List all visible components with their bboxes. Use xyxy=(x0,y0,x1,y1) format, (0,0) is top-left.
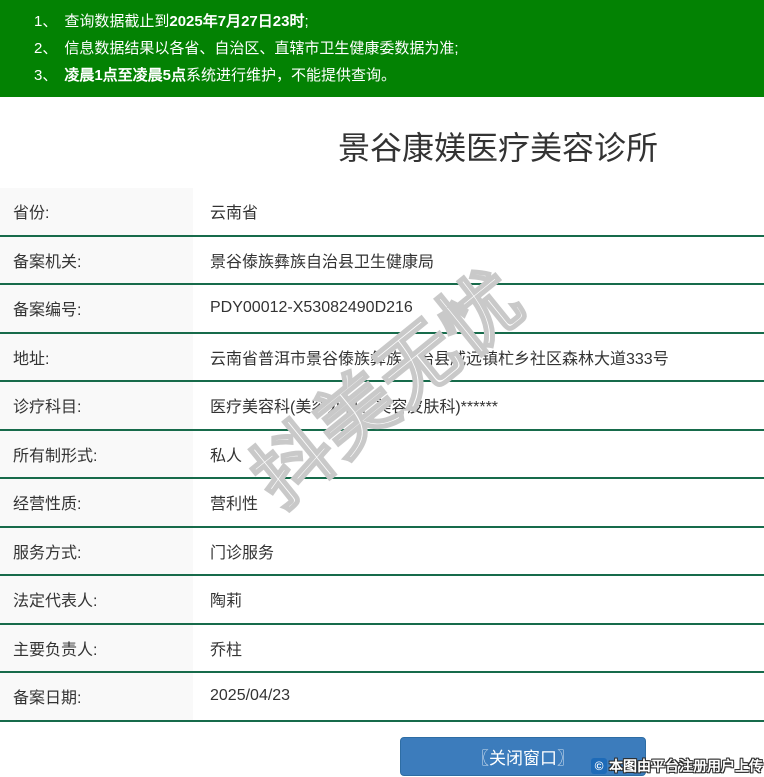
row-label: 地址: xyxy=(0,334,193,381)
notice-line-3: 3、凌晨1点至凌晨5点系统进行维护，不能提供查询。 xyxy=(34,62,754,89)
row-value: PDY00012-X53082490D216 xyxy=(193,285,764,332)
notice-bold-text: 凌晨1点至凌晨5点 xyxy=(64,67,186,84)
page-title: 景谷康媄医疗美容诊所 xyxy=(0,131,764,165)
row-value: 门诊服务 xyxy=(193,528,764,575)
registration-info-table: 省份: 云南省 备案机关: 景谷傣族彝族自治县卫生健康局 备案编号: PDY00… xyxy=(0,188,764,722)
table-row-filing-date: 备案日期: 2025/04/23 xyxy=(0,673,764,722)
table-row-principal-person: 主要负责人: 乔柱 xyxy=(0,625,764,674)
table-row-ownership-form: 所有制形式: 私人 xyxy=(0,431,764,480)
row-value: 景谷傣族彝族自治县卫生健康局 xyxy=(193,237,764,284)
row-label: 服务方式: xyxy=(0,528,193,575)
row-label: 省份: xyxy=(0,188,193,235)
table-row-business-nature: 经营性质: 营利性 xyxy=(0,479,764,528)
row-label: 所有制形式: xyxy=(0,431,193,478)
row-label: 法定代表人: xyxy=(0,576,193,623)
copyright-stamp: © 本图由平台注册用户上传 xyxy=(591,756,763,776)
row-value: 陶莉 xyxy=(193,576,764,623)
notice-text: ; xyxy=(304,13,308,30)
notice-number: 3、 xyxy=(34,67,57,84)
table-row-medical-subjects: 诊疗科目: 医疗美容科(美容外科、美容皮肤科)****** xyxy=(0,382,764,431)
notice-bold-text: 2025年7月27日23时 xyxy=(169,13,304,30)
row-label: 备案编号: xyxy=(0,285,193,332)
table-row-filing-authority: 备案机关: 景谷傣族彝族自治县卫生健康局 xyxy=(0,237,764,286)
notice-banner: 1、查询数据截止到2025年7月27日23时; 2、信息数据结果以各省、自治区、… xyxy=(0,0,764,97)
table-row-province: 省份: 云南省 xyxy=(0,188,764,237)
row-label: 经营性质: xyxy=(0,479,193,526)
notice-text: 信息数据结果以各省、自治区、直辖市卫生健康委数据为准; xyxy=(64,40,458,57)
copyright-text: 本图由平台注册用户上传 xyxy=(609,756,763,776)
notice-text: 查询数据截止到 xyxy=(64,13,169,30)
notice-text: 系统进行维护，不能提供查询。 xyxy=(186,67,396,84)
row-value: 营利性 xyxy=(193,479,764,526)
table-row-filing-number: 备案编号: PDY00012-X53082490D216 xyxy=(0,285,764,334)
row-label: 备案日期: xyxy=(0,673,193,720)
row-value: 私人 xyxy=(193,431,764,478)
row-value: 医疗美容科(美容外科、美容皮肤科)****** xyxy=(193,382,764,429)
table-row-legal-representative: 法定代表人: 陶莉 xyxy=(0,576,764,625)
row-label: 备案机关: xyxy=(0,237,193,284)
table-row-address: 地址: 云南省普洱市景谷傣族彝族自治县威远镇杧乡社区森林大道333号 xyxy=(0,334,764,383)
notice-number: 1、 xyxy=(34,13,57,30)
notice-line-1: 1、查询数据截止到2025年7月27日23时; xyxy=(34,8,754,35)
notice-number: 2、 xyxy=(34,40,57,57)
row-value: 云南省 xyxy=(193,188,764,235)
notice-line-2: 2、信息数据结果以各省、自治区、直辖市卫生健康委数据为准; xyxy=(34,35,754,62)
copyright-icon: © xyxy=(591,758,607,774)
table-row-service-mode: 服务方式: 门诊服务 xyxy=(0,528,764,577)
row-value: 2025/04/23 xyxy=(193,673,764,720)
row-value: 云南省普洱市景谷傣族彝族自治县威远镇杧乡社区森林大道333号 xyxy=(193,334,764,381)
row-label: 主要负责人: xyxy=(0,625,193,672)
row-value: 乔柱 xyxy=(193,625,764,672)
row-label: 诊疗科目: xyxy=(0,382,193,429)
